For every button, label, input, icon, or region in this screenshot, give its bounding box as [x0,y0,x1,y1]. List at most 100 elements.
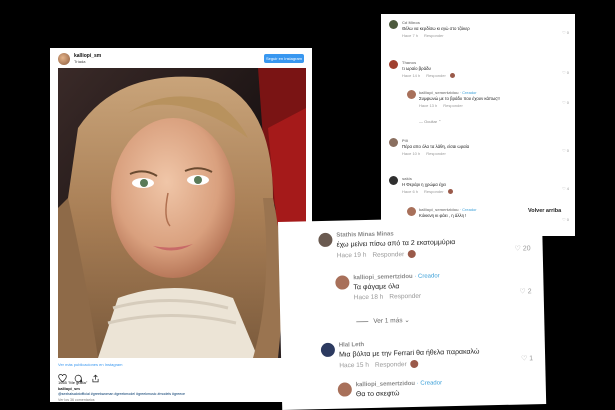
post-location[interactable]: Tríada [74,59,85,64]
post-photo[interactable] [58,68,306,358]
comment-meta: Hace 7 h Responder [402,33,444,38]
comment-author[interactable]: kalliopi_semertzidou · Creador [353,273,439,281]
comment-author[interactable]: Pili [402,138,408,143]
comment-text: Τα φάγαμε όλα [353,283,400,292]
caption-tags[interactable]: @sexhaisalotofficial #greekwoman #greekm… [58,392,185,396]
comment-time: Hace 6 h [402,189,419,194]
comment-text: Θα το σκεφτώ [355,390,400,399]
comment-text: Πέρα απο όλα τα λάθη, είσαι ωραία [402,144,470,149]
avatar[interactable] [407,90,416,99]
back-to-top-button[interactable]: Volver arriba [526,208,564,214]
comment-meta: Hace 10 h Responder [402,151,446,156]
instagram-embed: kalliopi_sm Tríada Seguir en Instagram V… [50,48,312,402]
comment-author[interactable]: Hlal Leth [339,342,364,349]
comment-meta: Hace 18 h Responder [354,293,422,302]
comment-time: Hace 19 h [336,251,367,260]
like-button[interactable]: ♡ 4 [562,186,569,191]
post-actions [58,370,103,383]
hide-replies-link[interactable]: — Ocultar ⌃ [419,119,442,124]
comment-meta: Hace 14 h Responder [402,73,455,79]
like-button[interactable]: ♡ 0 [562,70,569,75]
like-count: 0 [566,148,569,153]
like-button[interactable]: ♡ 0 [562,30,569,35]
creator-like-avatar [410,359,419,369]
comment-author[interactable]: kalliopi_semertzidou · Creador [419,207,477,212]
comment-time: Hace 18 h [353,293,384,302]
comment-time: Hace 7 h [402,33,419,38]
creator-like-avatar [447,189,453,195]
like-count: 1665 "Me gusta" [58,380,88,385]
avatar[interactable] [335,275,350,290]
comment-item: Hlal Leth Μια βόλτα με την Ferrari θα ήθ… [281,338,545,369]
like-button[interactable]: ♡ 2 [519,287,531,295]
comment-meta: Hace 19 h Responder [336,249,417,260]
avatar[interactable] [389,20,398,29]
avatar[interactable] [337,382,352,397]
avatar[interactable] [320,342,336,358]
creator-badge: · Creador [414,273,440,280]
comments-panel-top: Cd Minos Θέλω να κερδίσω κι εγώ στο τζόκ… [381,14,575,236]
show-more-replies-link[interactable]: Ver 1 más ⌄ [356,316,410,325]
creator-like-avatar [408,249,417,259]
like-button[interactable]: ♡ 1 [521,354,533,362]
like-count: 20 [522,245,531,253]
comment-meta: Hace 6 h Responder [402,189,453,195]
like-count: 4 [566,186,569,191]
comment-text: Μια βόλτα με την Ferrari θα ήθελα παρακα… [338,348,480,359]
reply-button[interactable]: Responder [443,103,463,108]
reply-item: kalliopi_semertzidou · Creador Τα φάγαμε… [279,271,543,301]
comment-time: Hace 14 h [402,73,421,78]
comment-author[interactable]: sakis [402,176,412,181]
share-icon[interactable] [91,374,100,383]
view-more-link[interactable]: Ver más publicaciones en Instagram [58,362,122,367]
follow-button[interactable]: Seguir en Instagram [264,54,304,63]
avatar[interactable] [389,138,398,147]
comment-author[interactable]: kalliopi_semertzidou · Creador [356,380,442,388]
comment-item: Stathis Minas Minas έχω μείνει πίσω από … [278,228,542,259]
comment-meta: Hace 13 h Responder [419,103,463,108]
like-button[interactable]: ♡ 0 [562,217,569,222]
reply-button[interactable]: Responder [375,361,407,369]
avatar[interactable] [389,176,398,185]
like-count: 0 [566,100,569,105]
comment-meta: Hace 15 h Responder [339,359,419,370]
comment-author[interactable]: Thanos [402,60,416,65]
like-count: 0 [566,70,569,75]
like-button[interactable]: ♡ 0 [562,100,569,105]
comment-author[interactable]: Cd Minos [402,20,420,25]
creator-like-avatar [449,73,455,79]
reply-button[interactable]: Responder [426,73,446,78]
post-header: kalliopi_sm Tríada Seguir en Instagram [50,48,312,70]
comment-time: Hace 15 h [339,361,369,370]
reply-button[interactable]: Responder [426,151,446,156]
creator-badge: · Creador [459,207,477,212]
like-count: 0 [566,30,569,35]
reply-button[interactable]: Responder [424,189,444,194]
comment-text: Συμφωνώ με το βράδυ που έχουν κάπως!! [419,96,500,101]
avatar[interactable] [318,232,333,248]
avatar[interactable] [58,53,70,65]
like-button[interactable]: ♡ 0 [562,148,569,153]
comment-time: Hace 10 h [402,151,421,156]
reply-button[interactable]: Responder [389,293,421,301]
comment-author[interactable]: Stathis Minas Minas [336,231,393,238]
caption-username[interactable]: kalliopi_sm [58,386,80,391]
avatar[interactable] [389,60,398,69]
selfie-image [58,68,306,358]
avatar[interactable] [407,207,416,216]
comment-text: Θέλω να κερδίσω κι εγώ στο τζόκερ [402,26,470,31]
comments-panel-bottom: Stathis Minas Minas έχω μείνει πίσω από … [278,216,547,410]
comment-text: έχω μείνει πίσω από τα 2 εκατομμύρια [336,238,456,249]
comment-text: τι ωραίο βράδυ [402,66,431,71]
view-comments-link[interactable]: Ver los 36 comentarios [58,398,95,402]
reply-item: kalliopi_semertzidou · Creador Θα το σκε… [282,378,546,398]
comment-time: Hace 13 h [419,103,438,108]
like-button[interactable]: ♡ 20 [515,244,531,252]
creator-badge: · Creador [416,380,443,387]
reply-button[interactable]: Responder [372,251,404,259]
like-count: 0 [566,217,569,222]
reply-button[interactable]: Responder [424,33,444,38]
comment-author[interactable]: kalliopi_semertzidou · Creador [419,90,477,95]
like-count: 1 [529,355,534,363]
creator-badge: · Creador [459,90,477,95]
